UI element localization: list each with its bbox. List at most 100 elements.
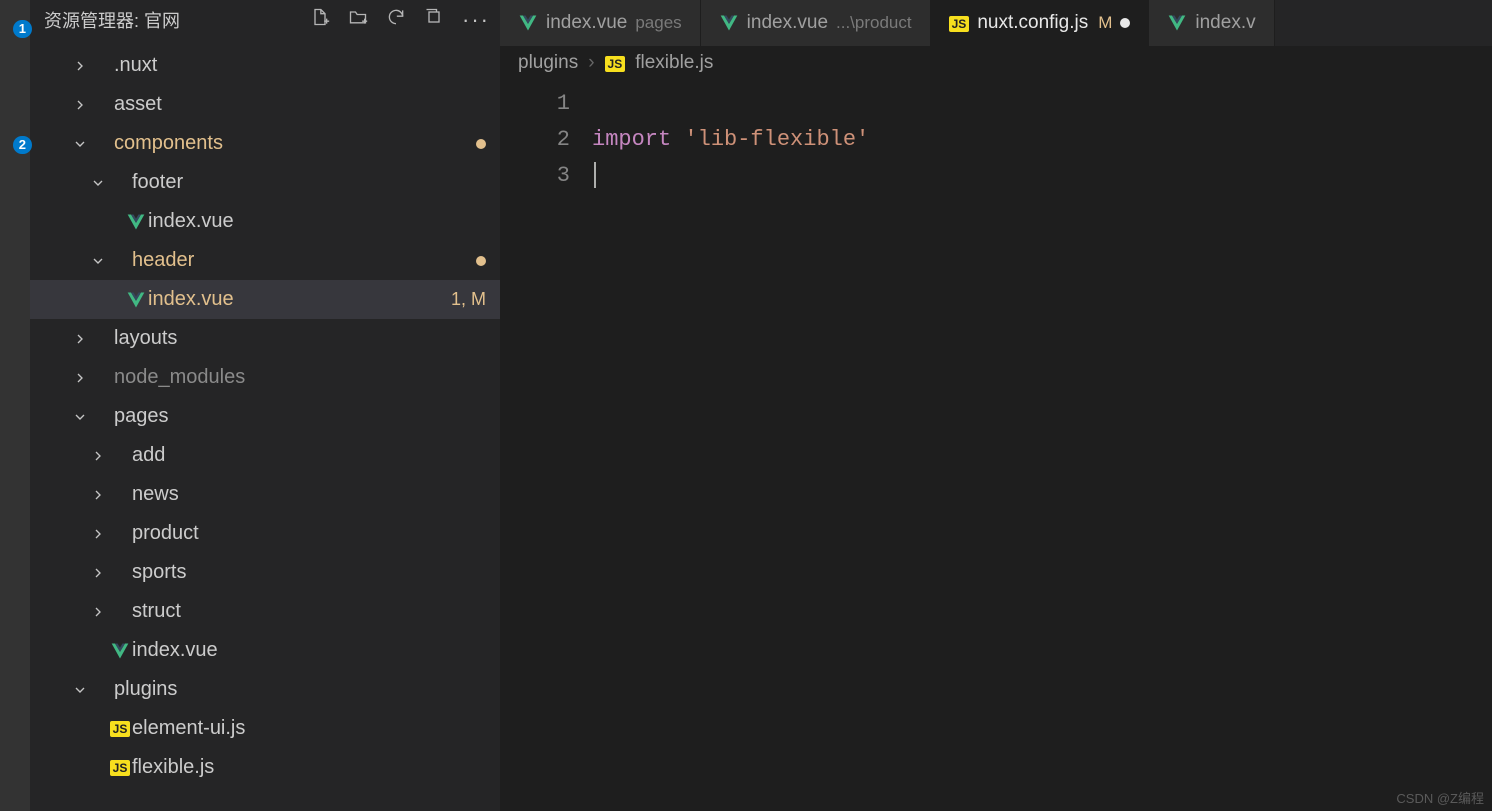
- editor-tab[interactable]: index.vue...\product: [701, 0, 931, 46]
- activity-bar: 1 2: [0, 0, 30, 811]
- breadcrumbs[interactable]: plugins › JS flexible.js: [500, 46, 1492, 86]
- tab-git-status: M: [1098, 13, 1112, 33]
- sidebar-title: 资源管理器: 官网: [44, 7, 310, 33]
- js-icon: JS: [108, 721, 132, 737]
- line-number: 2: [500, 122, 570, 158]
- minimap[interactable]: [1484, 86, 1492, 811]
- code-token: 'lib-flexible': [684, 127, 869, 152]
- file-row[interactable]: index.vue: [30, 202, 500, 241]
- folder-row[interactable]: node_modules: [30, 358, 500, 397]
- chevron-right-icon[interactable]: [88, 487, 108, 503]
- tree-label: add: [132, 444, 486, 467]
- editor-tab[interactable]: index.v: [1149, 0, 1274, 46]
- activity-search[interactable]: [0, 70, 30, 90]
- vue-icon: [1167, 13, 1187, 33]
- folder-row[interactable]: footer: [30, 163, 500, 202]
- file-row[interactable]: index.vue1, M: [30, 280, 500, 319]
- editor-tabs: index.vuepagesindex.vue...\product JS nuxt…: [500, 0, 1492, 46]
- tree-label: pages: [114, 405, 486, 428]
- editor-group: index.vuepagesindex.vue...\product JS nuxt…: [500, 0, 1492, 811]
- folder-row[interactable]: pages: [30, 397, 500, 436]
- folder-row[interactable]: asset: [30, 85, 500, 124]
- chevron-right-icon[interactable]: [70, 97, 90, 113]
- tree-label: product: [132, 522, 486, 545]
- folder-row[interactable]: news: [30, 475, 500, 514]
- chevron-down-icon[interactable]: [70, 136, 90, 152]
- activity-scm[interactable]: 2: [0, 128, 30, 148]
- tree-label: header: [132, 249, 476, 272]
- text-cursor: [594, 162, 596, 188]
- more-icon[interactable]: ···: [462, 7, 490, 33]
- refresh-icon[interactable]: [386, 7, 406, 33]
- tree-label: sports: [132, 561, 486, 584]
- code-line[interactable]: [592, 86, 1484, 122]
- chevron-down-icon[interactable]: [70, 409, 90, 425]
- activity-extensions[interactable]: [0, 244, 30, 264]
- collapse-all-icon[interactable]: [424, 7, 444, 33]
- tree-label: layouts: [114, 327, 486, 350]
- chevron-down-icon[interactable]: [70, 682, 90, 698]
- folder-row[interactable]: components: [30, 124, 500, 163]
- tree-label: footer: [132, 171, 486, 194]
- vue-icon: [108, 641, 132, 661]
- folder-row[interactable]: product: [30, 514, 500, 553]
- tree-label: asset: [114, 93, 486, 116]
- activity-debug[interactable]: [0, 186, 30, 206]
- breadcrumb-item[interactable]: plugins: [518, 52, 578, 74]
- chevron-right-icon[interactable]: [70, 58, 90, 74]
- sidebar-header: 资源管理器: 官网 ···: [30, 0, 500, 42]
- chevron-right-icon[interactable]: [88, 448, 108, 464]
- folder-row[interactable]: header: [30, 241, 500, 280]
- tree-label: flexible.js: [132, 756, 486, 779]
- tree-label: node_modules: [114, 366, 486, 389]
- activity-explorer[interactable]: 1: [0, 12, 30, 32]
- code-content[interactable]: import 'lib-flexible': [592, 86, 1484, 811]
- chevron-down-icon[interactable]: [88, 253, 108, 269]
- code-token: import: [592, 127, 671, 152]
- folder-row[interactable]: struct: [30, 592, 500, 631]
- chevron-down-icon[interactable]: [88, 175, 108, 191]
- file-tree[interactable]: .nuxt asset components footer index.vue heade…: [30, 42, 500, 811]
- editor-tab[interactable]: index.vuepages: [500, 0, 701, 46]
- modified-dot-icon: [476, 139, 486, 149]
- tab-label: nuxt.config.js: [977, 12, 1088, 34]
- scm-badge: 2: [13, 136, 32, 154]
- chevron-right-icon[interactable]: [88, 526, 108, 542]
- editor-tab[interactable]: JS nuxt.config.js M: [931, 0, 1150, 46]
- file-row[interactable]: JSelement-ui.js: [30, 709, 500, 748]
- line-gutter: 123: [500, 86, 592, 811]
- js-icon: JS: [605, 52, 626, 74]
- chevron-right-icon[interactable]: [70, 331, 90, 347]
- folder-row[interactable]: plugins: [30, 670, 500, 709]
- code-line[interactable]: [592, 158, 1484, 194]
- vue-icon: [124, 212, 148, 232]
- tree-label: index.vue: [148, 210, 486, 233]
- chevron-right-icon[interactable]: [88, 604, 108, 620]
- tree-label: index.vue: [148, 288, 451, 311]
- file-row[interactable]: index.vue: [30, 631, 500, 670]
- new-file-icon[interactable]: [310, 7, 330, 33]
- tab-label: index.v: [1195, 12, 1255, 34]
- folder-row[interactable]: layouts: [30, 319, 500, 358]
- file-row[interactable]: JSflexible.js: [30, 748, 500, 787]
- dirty-indicator-icon: [1120, 18, 1130, 28]
- watermark: CSDN @Z编程: [1396, 788, 1484, 807]
- folder-row[interactable]: sports: [30, 553, 500, 592]
- tree-label: components: [114, 132, 476, 155]
- chevron-right-icon[interactable]: [70, 370, 90, 386]
- js-icon: JS: [949, 12, 970, 34]
- folder-row[interactable]: add: [30, 436, 500, 475]
- tree-label: .nuxt: [114, 54, 486, 77]
- chevron-right-icon[interactable]: [88, 565, 108, 581]
- vue-icon: [518, 13, 538, 33]
- tab-desc: pages: [635, 13, 681, 33]
- code-line[interactable]: import 'lib-flexible': [592, 122, 1484, 158]
- new-folder-icon[interactable]: [348, 7, 368, 33]
- chevron-right-icon: ›: [588, 52, 594, 74]
- explorer-sidebar: 资源管理器: 官网 ··· .nuxt asset components footer…: [30, 0, 500, 811]
- line-number: 3: [500, 158, 570, 194]
- breadcrumb-item[interactable]: flexible.js: [635, 52, 713, 74]
- tree-label: index.vue: [132, 639, 486, 662]
- code-area: 123 import 'lib-flexible': [500, 86, 1492, 811]
- folder-row[interactable]: .nuxt: [30, 46, 500, 85]
